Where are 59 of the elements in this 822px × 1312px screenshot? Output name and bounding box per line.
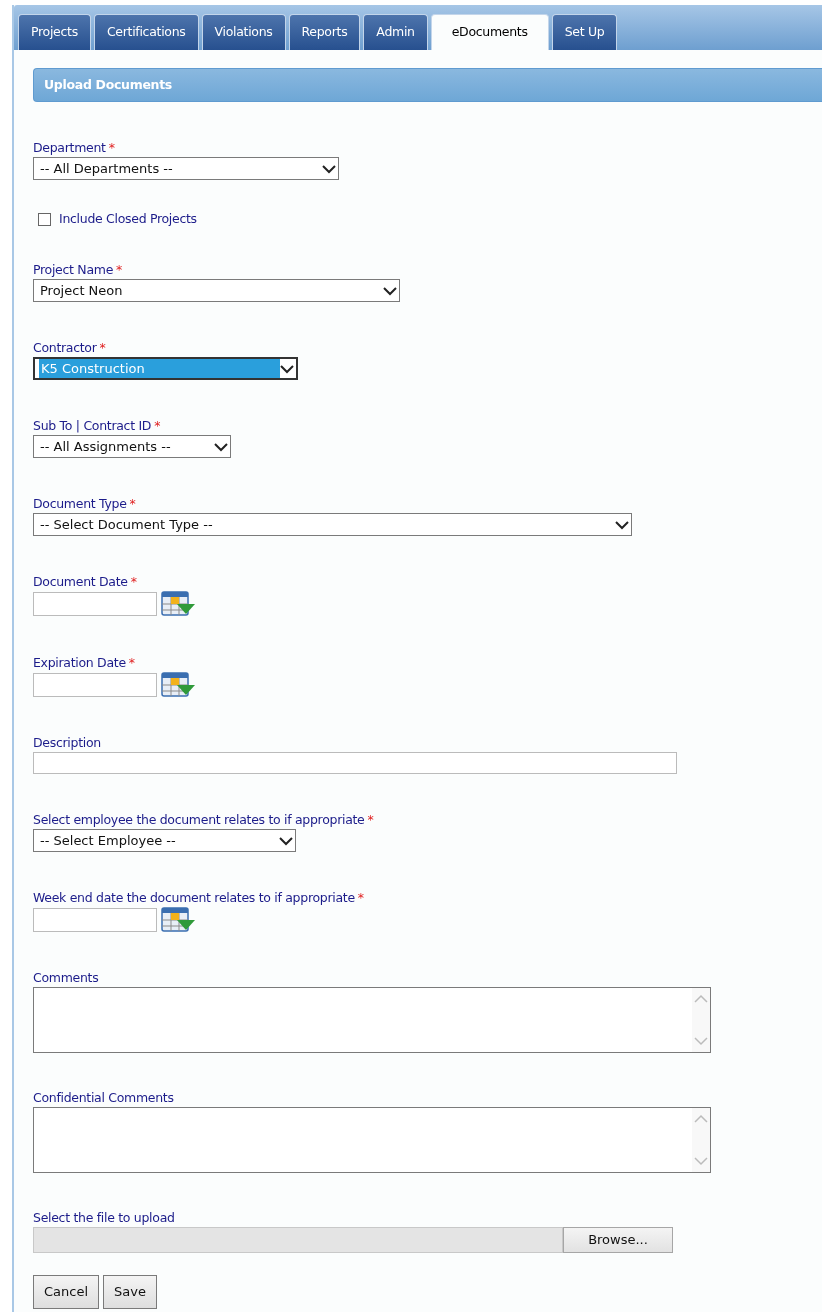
tab[interactable]: eDocuments	[430, 14, 549, 50]
chevron-down-icon	[383, 285, 397, 296]
required-mark: *	[154, 418, 161, 433]
chevron-down-icon	[214, 441, 228, 452]
required-mark: *	[367, 812, 374, 827]
field-label: Expiration Date *	[33, 655, 135, 671]
checkbox[interactable]	[38, 212, 51, 226]
text-field[interactable]	[33, 752, 677, 774]
date-field[interactable]	[33, 592, 157, 616]
scroll-up-icon[interactable]	[694, 1114, 708, 1123]
browse-button[interactable]: Browse...	[563, 1227, 673, 1253]
dropdown[interactable]: -- All Assignments --	[33, 435, 231, 458]
tab[interactable]: Projects	[18, 14, 91, 50]
section-header: Upload Documents	[33, 68, 822, 102]
tab[interactable]: Reports	[288, 14, 361, 50]
field-label: Select the file to upload	[33, 1210, 176, 1226]
required-mark: *	[116, 262, 122, 277]
calendar-icon[interactable]	[161, 672, 197, 698]
text-area[interactable]	[33, 1107, 711, 1173]
date-field[interactable]	[33, 908, 157, 932]
chevron-down-icon	[615, 519, 629, 530]
scroll-down-icon[interactable]	[694, 1037, 708, 1046]
scroll-up-icon[interactable]	[694, 994, 708, 1003]
dropdown[interactable]: -- Select Document Type --	[33, 513, 632, 536]
required-mark: *	[99, 340, 106, 355]
chevron-down-icon	[322, 163, 336, 174]
field-label: Department *	[33, 140, 115, 156]
field-label: Document Date *	[33, 574, 137, 590]
required-mark: *	[108, 140, 115, 155]
field-label: Document Type *	[33, 496, 136, 512]
required-mark: *	[130, 574, 137, 589]
dropdown[interactable]: -- All Departments --	[33, 157, 339, 180]
field-label: Sub To | Contract ID *	[33, 418, 161, 434]
cancel-button[interactable]: Cancel	[33, 1275, 100, 1309]
tab[interactable]: Violations	[201, 14, 286, 50]
scroll-down-icon[interactable]	[694, 1157, 708, 1166]
field-label: Contractor *	[33, 340, 106, 356]
field-label: Week end date the document relates to if appropriate *	[33, 890, 364, 906]
field-label: Description	[33, 735, 102, 751]
tab[interactable]: Set Up	[551, 14, 618, 50]
save-button[interactable]: Save	[103, 1275, 157, 1309]
dropdown[interactable]: Project Neon	[33, 279, 400, 302]
chevron-down-icon	[280, 363, 294, 374]
field-label: Comments	[33, 970, 100, 986]
required-mark: *	[128, 655, 135, 670]
field-label: Project Name *	[33, 262, 122, 278]
text-area[interactable]	[33, 987, 711, 1053]
required-mark: *	[129, 496, 136, 511]
field-label: Confidential Comments	[33, 1090, 175, 1106]
calendar-icon[interactable]	[161, 591, 197, 617]
dropdown[interactable]: -- Select Employee --	[33, 829, 296, 852]
date-field[interactable]	[33, 673, 157, 697]
calendar-icon[interactable]	[161, 907, 197, 933]
checkbox-label: Include Closed Projects	[59, 211, 197, 227]
field-label: Select employee the document relates to if appropriate *	[33, 812, 374, 828]
tab[interactable]: Certifications	[93, 14, 199, 50]
required-mark: *	[357, 890, 364, 905]
chevron-down-icon	[279, 835, 293, 846]
tab[interactable]: Admin	[363, 14, 428, 50]
